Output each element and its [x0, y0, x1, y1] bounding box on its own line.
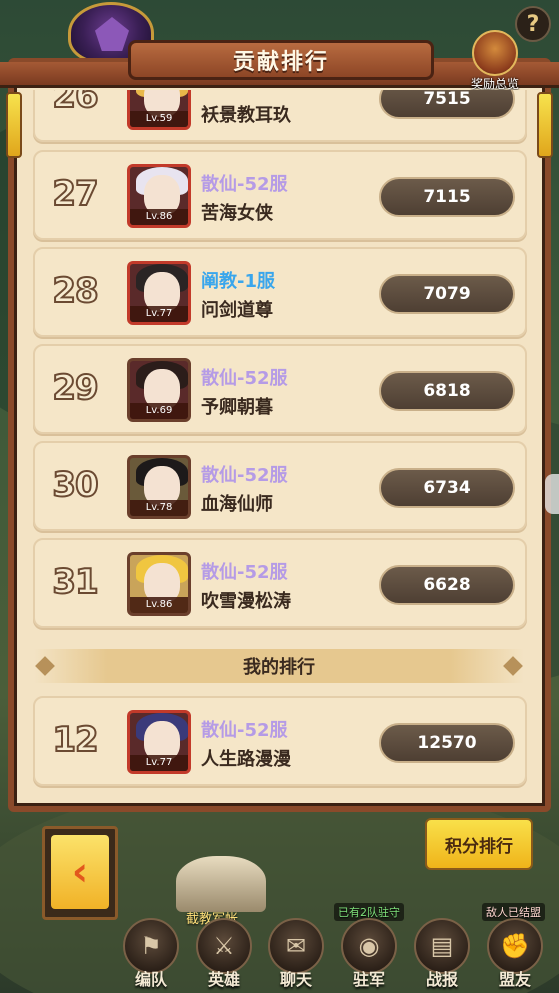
player-name: 予卿朝暮	[201, 397, 273, 418]
reward-overview-button[interactable]: 奖励总览	[465, 30, 525, 92]
back-frame: ‹	[42, 826, 118, 920]
score-value: 7079	[379, 274, 515, 314]
points-ranking-button[interactable]: 积分排行	[425, 818, 533, 870]
server-label: 散仙-52服	[201, 465, 288, 486]
player-level: Lv.78	[130, 500, 188, 516]
player-name: 吹雪漫松涛	[201, 591, 291, 612]
rank-number: 28	[51, 270, 99, 312]
ranking-row[interactable]: 31 Lv.86 散仙-52服 吹雪漫松涛 6628	[33, 538, 527, 628]
my-server-label: 散仙-52服	[201, 720, 288, 741]
server-label: 散仙-52服	[201, 368, 288, 389]
nav-ally[interactable]: ✊ 盟友	[482, 918, 548, 990]
player-name: 血海仙师	[201, 494, 273, 515]
nav-chat[interactable]: ✉ 聊天	[263, 918, 329, 990]
treasure-chest-icon	[472, 30, 518, 76]
my-score-value: 12570	[379, 723, 515, 763]
rank-number: 31	[51, 561, 99, 603]
rank-number: 30	[51, 464, 99, 506]
player-avatar[interactable]: Lv.69	[127, 358, 191, 422]
score-value: 7515	[379, 90, 515, 119]
back-button[interactable]: ‹	[51, 835, 109, 909]
my-level: Lv.77	[130, 755, 188, 771]
player-avatar[interactable]: Lv.78	[127, 455, 191, 519]
ranking-row[interactable]: 28 Lv.77 阐教-1服 问剑道尊 7079	[33, 247, 527, 337]
player-level: Lv.59	[130, 111, 188, 127]
player-level: Lv.86	[130, 597, 188, 613]
my-rank-number: 12	[51, 719, 99, 761]
ranking-row[interactable]: 30 Lv.78 散仙-52服 血海仙师 6734	[33, 441, 527, 531]
player-name: 苦海女侠	[201, 203, 273, 224]
ranking-row[interactable]: 27 Lv.86 散仙-52服 苦海女侠 7115	[33, 150, 527, 240]
score-value: 6628	[379, 565, 515, 605]
ranking-list[interactable]: 26 Lv.59 袄景教耳玖 7515 27 Lv.86 散仙-52服 苦海女侠…	[20, 90, 539, 636]
ranking-row[interactable]: 26 Lv.59 袄景教耳玖 7515	[33, 90, 527, 142]
nav-garrison[interactable]: ◉ 驻军	[336, 918, 402, 990]
ranking-row[interactable]: 29 Lv.69 散仙-52服 予卿朝暮 6818	[33, 344, 527, 434]
side-expand-arrow[interactable]	[545, 474, 559, 514]
emblem-icon	[95, 17, 129, 51]
server-label: 阐教-1服	[201, 271, 275, 292]
score-value: 7115	[379, 177, 515, 217]
player-avatar[interactable]: Lv.86	[127, 164, 191, 228]
chevron-left-icon: ‹	[71, 849, 89, 895]
score-value: 6818	[379, 371, 515, 411]
score-value: 6734	[379, 468, 515, 508]
camp-tent[interactable]	[176, 856, 266, 912]
nav-label: 英雄	[207, 970, 240, 989]
nav-report[interactable]: ▤ 战报	[409, 918, 475, 990]
my-avatar[interactable]: Lv.77	[127, 710, 191, 774]
player-level: Lv.69	[130, 403, 188, 419]
nav-label: 战报	[425, 970, 458, 989]
player-level: Lv.86	[130, 209, 188, 225]
player-avatar[interactable]: Lv.59	[127, 90, 191, 130]
my-rank-row[interactable]: 12 Lv.77 散仙-52服 人生路漫漫 12570	[33, 696, 527, 786]
rank-number: 26	[51, 90, 99, 117]
rank-number: 27	[51, 173, 99, 215]
nav-label: 编队	[134, 970, 167, 989]
my-rank-header: 我的排行	[34, 649, 524, 683]
nav-label: 盟友	[498, 970, 531, 989]
right-scroll-cap	[537, 92, 553, 158]
server-label: 散仙-52服	[201, 562, 288, 583]
nav-formation[interactable]: ⚑ 编队	[118, 918, 184, 990]
title-plaque: 贡献排行	[128, 40, 434, 80]
my-rank-title: 我的排行	[243, 657, 315, 678]
player-name: 袄景教耳玖	[201, 105, 291, 126]
player-level: Lv.77	[130, 306, 188, 322]
nav-hero[interactable]: ⚔ 英雄	[191, 918, 257, 990]
player-avatar[interactable]: Lv.86	[127, 552, 191, 616]
panel-title: 贡献排行	[232, 50, 329, 75]
my-player-name: 人生路漫漫	[201, 749, 291, 770]
player-name: 问剑道尊	[201, 300, 273, 321]
server-label: 散仙-52服	[201, 174, 288, 195]
nav-label: 聊天	[279, 970, 312, 989]
nav-label: 驻军	[352, 970, 385, 989]
player-avatar[interactable]: Lv.77	[127, 261, 191, 325]
rank-number: 29	[51, 367, 99, 409]
